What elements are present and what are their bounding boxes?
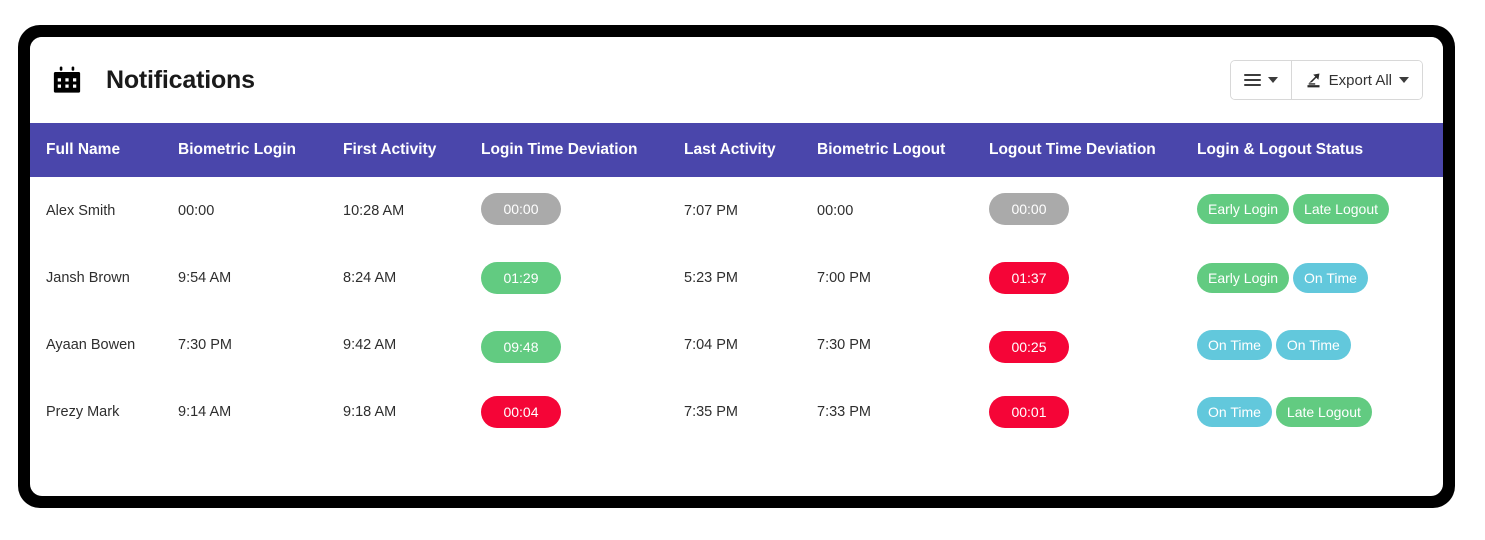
status-badge: On Time [1293,262,1368,293]
cell-full-name: Ayaan Bowen [30,311,178,378]
cell-last-activity: 7:04 PM [684,311,817,378]
cell-login-logout-status: On Time On Time [1197,311,1443,378]
status-badge: On Time [1197,396,1272,427]
cell-login-deviation: 09:48 [481,311,684,378]
status-badge: Late Logout [1293,193,1390,224]
column-header-biometric-login[interactable]: Biometric Login [178,123,343,177]
cell-biometric-login: 9:14 AM [178,378,343,445]
status-badge-group: Early Login On Time [1197,262,1443,293]
chevron-down-icon [1267,77,1278,83]
status-badge-group: Early Login Late Logout [1197,193,1443,224]
deviation-badge: 00:00 [989,192,1069,225]
page-title: Notifications [106,65,255,94]
cell-full-name: Prezy Mark [30,378,178,445]
cell-logout-deviation: 01:37 [989,244,1197,311]
cell-login-logout-status: Early Login Late Logout [1197,177,1443,244]
cell-first-activity: 10:28 AM [343,177,481,244]
export-icon [1305,72,1322,89]
table-row[interactable]: Jansh Brown 9:54 AM 8:24 AM 01:29 5:23 PM 7:0… [30,244,1443,311]
cell-logout-deviation: 00:00 [989,177,1197,244]
cell-full-name: Alex Smith [30,177,178,244]
cell-logout-deviation: 00:01 [989,378,1197,445]
calendar-icon [52,65,82,95]
column-header-logout-deviation[interactable]: Logout Time Deviation [989,123,1197,177]
cell-last-activity: 7:35 PM [684,378,817,445]
cell-last-activity: 7:07 PM [684,177,817,244]
cell-full-name: Jansh Brown [30,244,178,311]
notifications-card: Notifications Export All Full Name Biome… [30,37,1443,496]
status-badge-group: On Time Late Logout [1197,396,1443,427]
card-header: Notifications Export All [30,37,1443,123]
column-header-first-activity[interactable]: First Activity [343,123,481,177]
deviation-badge: 00:25 [989,330,1069,363]
column-header-last-activity[interactable]: Last Activity [684,123,817,177]
status-badge: Late Logout [1275,396,1372,427]
cell-biometric-login: 7:30 PM [178,311,343,378]
status-badge: On Time [1197,329,1272,360]
status-badge: On Time [1275,329,1351,360]
cell-first-activity: 9:42 AM [343,311,481,378]
cell-first-activity: 9:18 AM [343,378,481,445]
table-row[interactable]: Ayaan Bowen 7:30 PM 9:42 AM 09:48 7:04 PM 7:3… [30,311,1443,378]
column-header-full-name[interactable]: Full Name [30,123,178,177]
cell-login-deviation: 00:04 [481,378,684,445]
cell-login-deviation: 01:29 [481,244,684,311]
notifications-table: Full Name Biometric Login First Activity… [30,123,1443,445]
deviation-badge: 00:04 [481,395,561,428]
table-header-row: Full Name Biometric Login First Activity… [30,123,1443,177]
status-badge-group: On Time On Time [1197,329,1443,360]
cell-biometric-logout: 7:00 PM [817,244,989,311]
cell-biometric-logout: 7:33 PM [817,378,989,445]
cell-login-logout-status: On Time Late Logout [1197,378,1443,445]
deviation-badge: 01:29 [481,261,561,294]
column-toggle-button[interactable] [1230,61,1291,99]
table-row[interactable]: Prezy Mark 9:14 AM 9:18 AM 00:04 7:35 PM 7:33… [30,378,1443,445]
deviation-badge: 00:01 [989,395,1069,428]
export-all-button[interactable]: Export All [1290,61,1422,99]
chevron-down-icon [1399,77,1409,83]
export-all-label: Export All [1328,71,1392,89]
status-badge: Early Login [1197,193,1290,224]
notifications-table-wrap: Full Name Biometric Login First Activity… [30,123,1443,496]
cell-logout-deviation: 00:25 [989,311,1197,378]
cell-login-deviation: 00:00 [481,177,684,244]
cell-biometric-login: 9:54 AM [178,244,343,311]
cell-biometric-logout: 7:30 PM [817,311,989,378]
column-header-biometric-logout[interactable]: Biometric Logout [817,123,989,177]
cell-last-activity: 5:23 PM [684,244,817,311]
list-icon [1243,73,1261,87]
header-actions: Export All [1229,60,1423,100]
table-head: Full Name Biometric Login First Activity… [30,123,1443,177]
cell-biometric-logout: 00:00 [817,177,989,244]
table-body: Alex Smith 00:00 10:28 AM 00:00 7:07 PM 00:00… [30,177,1443,445]
status-badge: Early Login [1197,262,1290,293]
column-header-login-logout-status[interactable]: Login & Logout Status [1197,123,1443,177]
column-header-login-deviation[interactable]: Login Time Deviation [481,123,684,177]
deviation-badge: 01:37 [989,261,1069,294]
table-row[interactable]: Alex Smith 00:00 10:28 AM 00:00 7:07 PM 00:00… [30,177,1443,244]
cell-login-logout-status: Early Login On Time [1197,244,1443,311]
device-frame: Notifications Export All Full Name Biome… [18,25,1455,508]
cell-first-activity: 8:24 AM [343,244,481,311]
deviation-badge: 00:00 [481,192,561,225]
cell-biometric-login: 00:00 [178,177,343,244]
deviation-badge: 09:48 [481,330,561,363]
